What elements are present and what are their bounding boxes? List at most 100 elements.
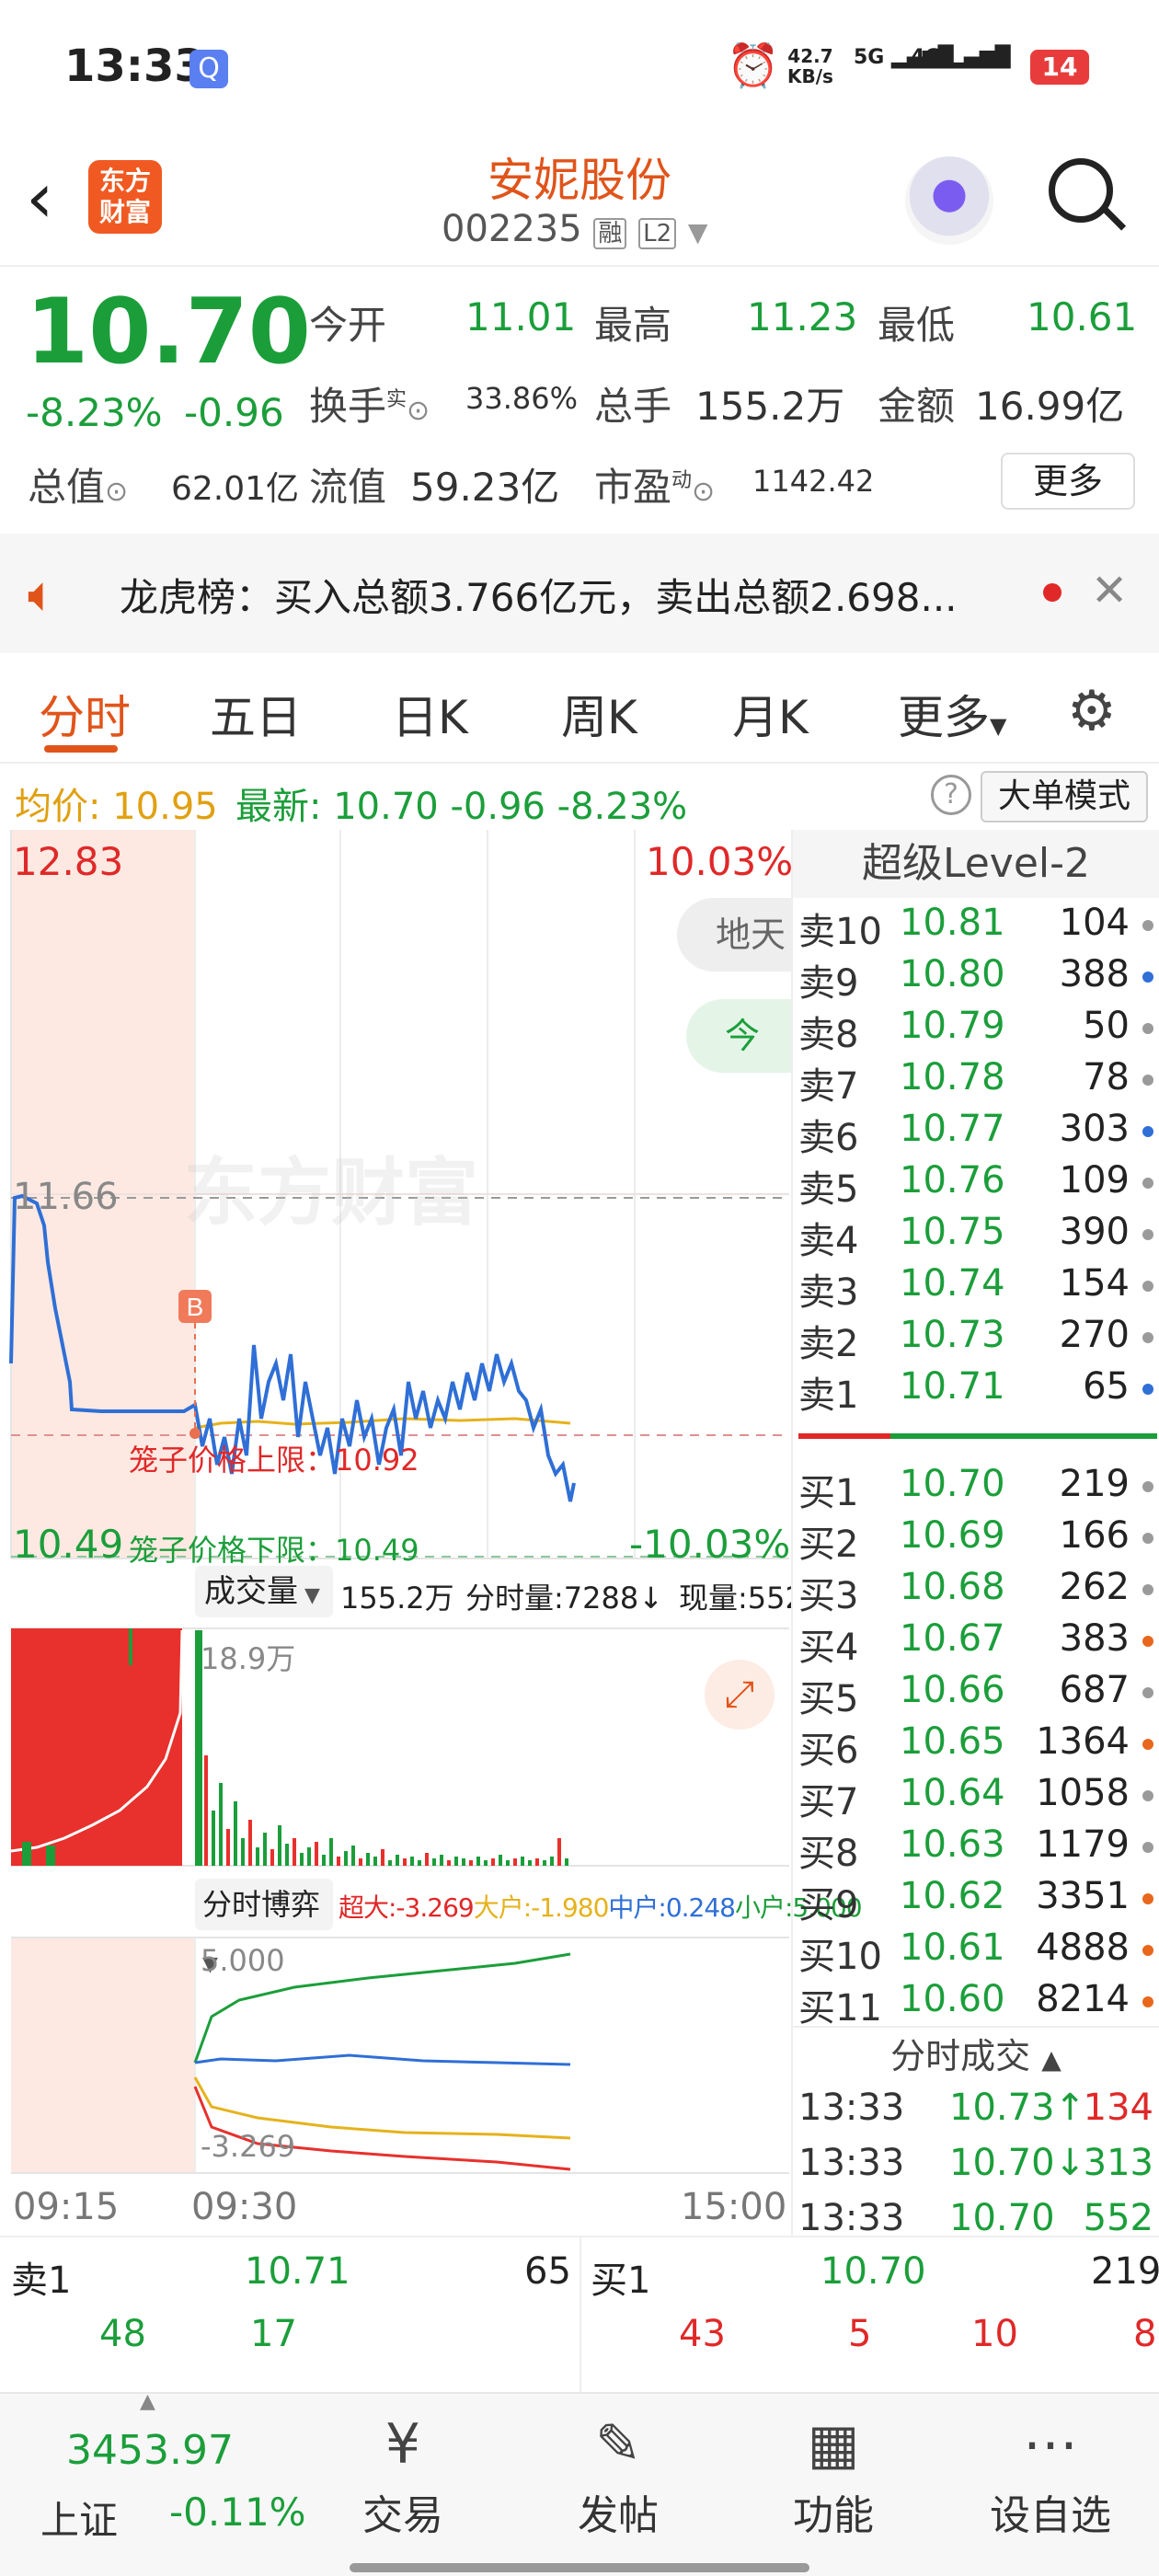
tab-intraday[interactable]: 分时 [39, 681, 131, 747]
volume-bar [550, 1857, 554, 1866]
bid-row[interactable]: 买8 10.63 1179 [793, 1820, 1159, 1875]
assistant-avatar[interactable] [905, 156, 993, 245]
volume-bar [543, 1860, 546, 1866]
bid-row[interactable]: 买3 10.68 262 [793, 1562, 1159, 1617]
nav-watchlist-label: 设自选 [990, 2492, 1111, 2539]
tick-volume: 313 [1083, 2142, 1153, 2184]
bid-row[interactable]: 买6 10.65 1364 [793, 1717, 1159, 1772]
tab-more[interactable]: 更多▼ [898, 681, 1006, 747]
tick-price: 10.70 [949, 2197, 1055, 2239]
bubble-ditian[interactable]: 地天 [677, 898, 791, 972]
bid-row[interactable]: 买5 10.66 687 [793, 1665, 1159, 1720]
close-icon[interactable]: ✕ [1091, 565, 1128, 616]
volume-bar [337, 1857, 340, 1866]
volume-bar [403, 1858, 407, 1866]
order-dot-icon [1142, 1945, 1153, 1956]
ticks-title[interactable]: 分时成交 ▲ [793, 2028, 1159, 2078]
speaker-icon: 🔈︎ [28, 565, 58, 623]
caret-down-icon: ▼ [990, 713, 1007, 739]
order-dot-icon [1142, 1023, 1153, 1034]
ask-row[interactable]: 卖10 10.81 104 [793, 898, 1159, 953]
volume-bar [425, 1853, 429, 1866]
nav-functions[interactable]: ▦ 功能 [751, 2412, 916, 2541]
book-level-price: 10.75 [900, 1211, 1005, 1253]
lower-limit-label: 笼子价格下限：10.49 [129, 1533, 419, 1568]
strip-right-cell-2: 5 [848, 2313, 872, 2355]
tick-row: 13:33 10.73↑ 134 [793, 2083, 1159, 2134]
volume-bar [359, 1858, 362, 1866]
book-level-price: 10.65 [900, 1720, 1005, 1763]
tab-daily-k[interactable]: 日K [392, 681, 468, 747]
tick-price: 10.70↓ [949, 2142, 1086, 2184]
volume-now: 现量:552 [679, 1581, 791, 1616]
ask-row[interactable]: 卖8 10.79 50 [793, 1001, 1159, 1056]
bid-row[interactable]: 买1 10.70 219 [793, 1459, 1159, 1514]
book-level-volume: 65 [1083, 1365, 1130, 1408]
y-axis-bottom-pct: -10.03% [629, 1522, 791, 1567]
settings-gear-icon[interactable]: ⚙ [1067, 679, 1117, 743]
ask-row[interactable]: 卖1 10.71 65 [793, 1362, 1159, 1417]
more-button[interactable]: 更多 [1001, 453, 1135, 510]
book-level-volume: 270 [1059, 1314, 1130, 1356]
book-level-volume: 4888 [1036, 1926, 1130, 1969]
turnover-label: 换手实⊙ [309, 384, 430, 429]
game-indicator-select[interactable]: 分时博弈 ▼ [195, 1879, 333, 1976]
ask-row[interactable]: 卖6 10.77 303 [793, 1104, 1159, 1159]
nav-trade[interactable]: ¥ 交易 [320, 2412, 486, 2541]
nav-add-watchlist[interactable]: ⋯ 设自选 [968, 2412, 1133, 2541]
status-time: 13:33 [64, 40, 205, 92]
order-dot-icon [1142, 1384, 1153, 1395]
notice-bar[interactable]: 🔈︎ 龙虎榜：买入总额3.766亿元，卖出总额2.698... ✕ [0, 534, 1159, 653]
strip-ask1-price: 10.71 [245, 2250, 350, 2293]
volume-bar [256, 1847, 259, 1866]
app-notification-icon: Q [189, 50, 228, 88]
expand-icon[interactable]: ⤢ [705, 1660, 775, 1730]
ask-row[interactable]: 卖9 10.80 388 [793, 949, 1159, 1005]
game-legend: 超大:-3.269大户:-1.980中户:0.248小户:5.000 [339, 1888, 863, 1925]
order-dot-icon [1142, 1332, 1153, 1343]
index-change[interactable]: -0.11% [169, 2490, 306, 2535]
book-level-volume: 154 [1059, 1262, 1130, 1305]
strip-bid1-label: 买1 [591, 2260, 651, 2302]
caret-up-icon: ▲ [140, 2390, 155, 2413]
bid-row[interactable]: 买4 10.67 383 [793, 1614, 1159, 1669]
book-level-price: 10.69 [900, 1514, 1005, 1557]
bid-row[interactable]: 买9 10.62 3351 [793, 1871, 1159, 1926]
tab-five-day[interactable]: 五日 [210, 681, 302, 747]
ask-row[interactable]: 卖2 10.73 270 [793, 1310, 1159, 1365]
ask-row[interactable]: 卖7 10.78 78 [793, 1052, 1159, 1108]
ask-row[interactable]: 卖4 10.75 390 [793, 1207, 1159, 1262]
order-dot-icon [1142, 1687, 1153, 1698]
nav-post[interactable]: ✎ 发帖 [535, 2412, 701, 2541]
stock-code-row[interactable]: 002235 融 L2 ▼ [442, 208, 707, 250]
ask-bid-ratio-red [798, 1433, 890, 1439]
book-level-label: 买3 [798, 1575, 859, 1617]
book-level-price: 10.74 [900, 1262, 1005, 1305]
tick-price: 10.73↑ [949, 2087, 1086, 2129]
book-level-label: 卖10 [798, 911, 882, 953]
ask-row[interactable]: 卖3 10.74 154 [793, 1259, 1159, 1314]
ask-row[interactable]: 卖5 10.76 109 [793, 1156, 1159, 1211]
book-level-price: 10.67 [900, 1617, 1005, 1660]
turnover-value: 33.86% [465, 381, 579, 416]
help-icon[interactable]: ? [931, 775, 971, 815]
book-level-price: 10.70 [900, 1463, 1005, 1505]
index-value[interactable]: 3453.97 [66, 2427, 234, 2474]
tab-weekly-k[interactable]: 周K [561, 681, 637, 747]
bid-row[interactable]: 买2 10.69 166 [793, 1511, 1159, 1566]
index-name[interactable]: 上证 [40, 2490, 118, 2546]
mktcap-value: 62.01亿 [171, 470, 300, 508]
bid-row[interactable]: 买11 10.60 8214 [793, 1974, 1159, 2030]
book-level-price: 10.66 [900, 1669, 1005, 1711]
ask-bid-ratio-green [890, 1433, 1157, 1439]
tab-monthly-k[interactable]: 月K [732, 681, 809, 747]
order-book-title[interactable]: 超级Level-2 [793, 830, 1159, 898]
order-dot-icon [1142, 920, 1153, 931]
book-level-volume: 383 [1059, 1617, 1130, 1660]
big-order-mode-button[interactable]: 大单模式 [981, 771, 1148, 822]
bubble-jintian[interactable]: 今天 [686, 999, 791, 1073]
volume-indicator-select[interactable]: 成交量 ▼ [195, 1566, 333, 1617]
bid-row[interactable]: 买10 10.61 4888 [793, 1923, 1159, 1978]
bid-row[interactable]: 买7 10.64 1058 [793, 1768, 1159, 1823]
y-axis-mid: 11.66 [13, 1176, 119, 1218]
